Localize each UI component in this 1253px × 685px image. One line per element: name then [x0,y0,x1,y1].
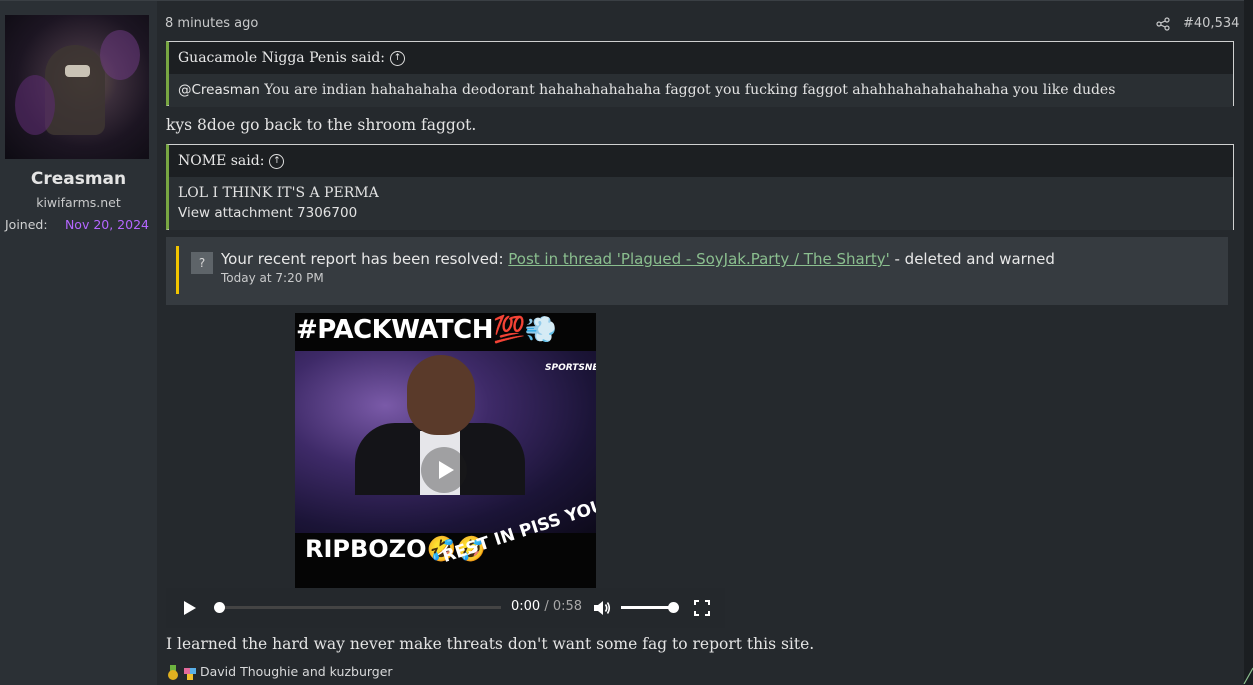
quote-block-2: NOME said: ↑ LOL I THINK IT'S A PERMA Vie… [166,144,1234,230]
play-icon[interactable] [184,601,196,615]
quote-text: LOL I THINK IT'S A PERMA [178,185,379,201]
avatar[interactable] [5,15,149,159]
video-controls: 0:00 / 0:58 [166,588,725,628]
volume-slider[interactable] [621,606,673,609]
quote-author: NOME said: [178,153,265,169]
share-icon[interactable] [1156,17,1170,31]
seek-handle[interactable] [214,602,225,613]
reactions-users[interactable]: David Thoughie and kuzburger [200,664,393,679]
joined-date: Nov 20, 2024 [64,217,149,232]
video-time: 0:00 / 0:58 [511,599,583,614]
resize-corner-icon [1243,667,1253,684]
user-title: kiwifarms.net [36,195,121,210]
notice-time: Today at 7:20 PM [221,271,324,285]
quote-body: @Creasman You are indian hahahahaha deod… [169,74,1233,107]
notice-text: Your recent report has been resolved: Po… [221,250,1055,268]
report-notice: ? Your recent report has been resolved: … [166,237,1228,305]
quote-block-1: Guacamole Nigga Penis said: ↑ @Creasman Y… [166,41,1234,107]
attachment-link[interactable]: View attachment 7306700 [178,203,1224,223]
joined-label: Joined: [5,217,48,232]
post-number[interactable]: #40,534 [1183,16,1239,31]
post-container: Creasman kiwifarms.net Joined: Nov 20, 2… [0,0,1244,685]
question-icon: ? [191,252,213,274]
post-time[interactable]: 8 minutes ago [165,16,258,31]
notice-accent-bar [176,246,179,294]
puzzle-icon [184,667,196,680]
user-mention[interactable]: @Creasman [178,82,260,98]
fullscreen-icon[interactable] [694,600,710,616]
quote-header[interactable]: NOME said: ↑ [169,145,1233,177]
video-thumbnail[interactable]: #PACKWATCH💯💨 SPORTSNET RIPBOZO🤣🤣 REST IN… [295,313,596,627]
arrow-up-icon[interactable]: ↑ [390,50,405,66]
quote-author: Guacamole Nigga Penis said: [178,50,385,66]
closing-text: I learned the hard way never make threat… [166,635,815,653]
play-overlay-icon[interactable] [421,447,467,493]
reactions-bar[interactable]: David Thoughie and kuzburger [166,664,393,681]
seek-bar[interactable] [216,606,501,609]
video-brand: SPORTSNET [545,363,596,373]
scrollbar[interactable] [1244,0,1253,684]
volume-handle[interactable] [668,602,679,613]
quote-body: LOL I THINK IT'S A PERMA View attachment… [169,177,1233,230]
medal-icon [168,664,178,680]
volume-icon[interactable] [593,600,611,616]
thread-link[interactable]: Post in thread 'Plagued - SoyJak.Party /… [508,250,889,268]
username[interactable]: Creasman [0,169,157,189]
arrow-up-icon[interactable]: ↑ [269,153,285,169]
user-sidebar: Creasman kiwifarms.net Joined: Nov 20, 2… [0,1,157,685]
video-top-caption: #PACKWATCH💯💨 [296,315,557,345]
reply-text-1: kys 8doe go back to the shroom faggot. [166,116,477,134]
quote-header[interactable]: Guacamole Nigga Penis said: ↑ [169,42,1233,74]
quote-text: You are indian hahahahaha deodorant haha… [259,82,1116,98]
